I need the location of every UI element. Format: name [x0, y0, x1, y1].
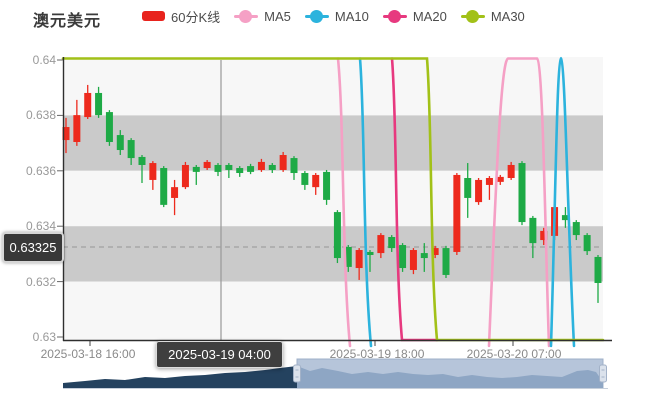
crosshair-time-badge: 2025-03-19 04:00	[156, 341, 283, 368]
legend-label: MA10	[335, 9, 369, 24]
navigator-handle-left[interactable]	[294, 365, 301, 382]
candle-body[interactable]	[312, 175, 319, 187]
legend-label: MA20	[413, 9, 447, 24]
candle-body[interactable]	[388, 237, 395, 248]
candle-body[interactable]	[193, 167, 200, 172]
navigator-shadow-unselected[interactable]	[63, 366, 297, 388]
candle-body[interactable]	[291, 158, 298, 173]
candle-body[interactable]	[497, 177, 504, 182]
plot-stripe	[63, 282, 603, 340]
y-axis-label: 0.636	[0, 165, 56, 177]
candle-body[interactable]	[421, 253, 428, 258]
candle-body[interactable]	[106, 112, 113, 142]
candle-body[interactable]	[160, 168, 167, 205]
y-axis-label: 0.63	[0, 331, 56, 343]
kline-plot-canvas[interactable]	[0, 0, 670, 400]
legend-dot	[466, 10, 479, 23]
x-axis-label: 2025-03-20 07:00	[467, 347, 562, 361]
candle-body[interactable]	[464, 178, 471, 198]
legend-item-ma20[interactable]: MA20	[383, 9, 447, 24]
navigator-handle-right[interactable]	[600, 365, 607, 382]
ma-line-dot-icon	[305, 10, 329, 23]
candle-body[interactable]	[247, 166, 254, 172]
candle-body[interactable]	[128, 140, 135, 158]
legend-label: MA5	[264, 9, 291, 24]
candle-body[interactable]	[519, 163, 526, 222]
candle-body[interactable]	[356, 250, 363, 268]
candle-body[interactable]	[117, 135, 124, 150]
candle-body[interactable]	[323, 172, 330, 200]
legend: 60分K线 MA5 MA10 MA20 MA30	[142, 6, 525, 26]
y-axis-label: 0.634	[0, 220, 56, 232]
legend-item-ma30[interactable]: MA30	[461, 9, 525, 24]
candle-body[interactable]	[182, 165, 189, 187]
plot-stripe	[63, 226, 603, 281]
candle-body[interactable]	[204, 162, 211, 168]
candle-body[interactable]	[595, 257, 602, 283]
candle-body[interactable]	[443, 248, 450, 275]
candle-body[interactable]	[475, 180, 482, 202]
legend-label: 60分K线	[171, 7, 220, 26]
plot-stripe	[63, 57, 603, 115]
candle-body[interactable]	[149, 163, 156, 180]
ma-line-dot-icon	[383, 10, 407, 23]
candle-body[interactable]	[171, 187, 178, 198]
candle-body[interactable]	[377, 235, 384, 253]
legend-item-ma5[interactable]: MA5	[234, 9, 291, 24]
pair-title: 澳元美元	[33, 7, 101, 31]
candle-body[interactable]	[410, 250, 417, 270]
candle-body[interactable]	[584, 235, 591, 251]
crosshair-price-badge: 0.63325	[2, 232, 64, 263]
x-axis-label: 2025-03-18 16:00	[41, 347, 136, 361]
y-axis-label: 0.638	[0, 109, 56, 121]
candle-body[interactable]	[453, 175, 460, 252]
legend-dot	[388, 10, 401, 23]
candle-body[interactable]	[139, 157, 146, 165]
legend-item-kline[interactable]: 60分K线	[142, 7, 220, 26]
candle-body[interactable]	[486, 178, 493, 185]
candle-body[interactable]	[73, 115, 80, 142]
candle-body[interactable]	[84, 93, 91, 117]
candle-body[interactable]	[508, 165, 515, 178]
legend-item-ma10[interactable]: MA10	[305, 9, 369, 24]
candle-body[interactable]	[215, 165, 222, 172]
candle-body[interactable]	[258, 162, 265, 170]
candle-body[interactable]	[301, 173, 308, 185]
candle-body[interactable]	[280, 155, 287, 170]
candle-body[interactable]	[334, 212, 341, 258]
legend-label: MA30	[491, 9, 525, 24]
candle-body[interactable]	[269, 165, 276, 170]
candle-body[interactable]	[573, 222, 580, 235]
ma-line-dot-icon	[234, 10, 258, 23]
legend-dot	[239, 10, 252, 23]
candle-body[interactable]	[236, 168, 243, 173]
kline-chart-page: 澳元美元 60分K线MA5MA10MA20MA30 0.640.6380.636…	[0, 0, 670, 400]
x-axis-label: 2025-03-19 18:00	[330, 347, 425, 361]
ma-line-dot-icon	[461, 10, 485, 23]
candle-body[interactable]	[529, 218, 536, 243]
candle-body[interactable]	[399, 245, 406, 268]
candle-body[interactable]	[95, 93, 102, 115]
candle-body[interactable]	[225, 165, 232, 170]
y-axis-label: 0.64	[0, 54, 56, 66]
candle-body[interactable]	[367, 252, 374, 255]
legend-dot	[310, 10, 323, 23]
y-axis-label: 0.632	[0, 276, 56, 288]
kline-swatch-icon	[142, 11, 165, 21]
